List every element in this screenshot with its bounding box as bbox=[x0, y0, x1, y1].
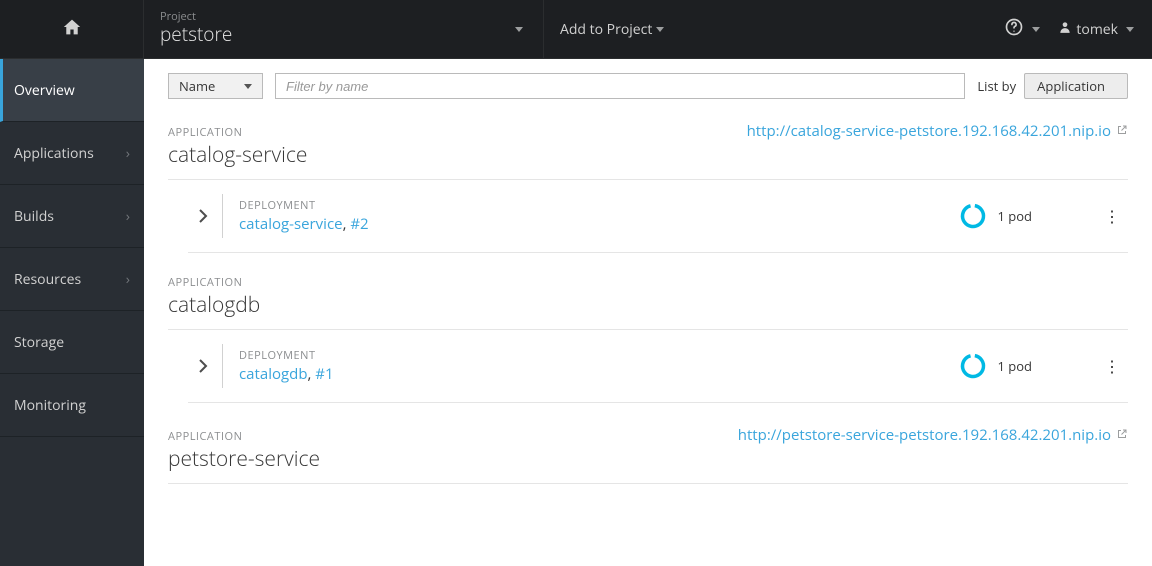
pod-status-ring-icon[interactable] bbox=[959, 352, 987, 380]
sidebar-item-label: Applications bbox=[14, 144, 94, 163]
username: tomek bbox=[1076, 20, 1118, 39]
add-to-project[interactable]: Add to Project bbox=[544, 0, 680, 58]
sidebar-item-resources[interactable]: Resources › bbox=[0, 248, 144, 311]
expand-toggle[interactable] bbox=[198, 359, 208, 375]
pod-count: 1 pod bbox=[997, 357, 1032, 375]
deployment-name-link[interactable]: catalogdb bbox=[239, 364, 308, 384]
sidebar-item-storage[interactable]: Storage bbox=[0, 311, 144, 374]
chevron-right-icon: › bbox=[126, 144, 130, 163]
chevron-right-icon: › bbox=[126, 207, 130, 226]
sidebar-item-label: Storage bbox=[14, 333, 64, 352]
chevron-down-icon bbox=[1032, 27, 1040, 32]
main-content: Name List by Application APPLICATION cat… bbox=[144, 59, 1152, 566]
sidebar-item-label: Monitoring bbox=[14, 396, 86, 415]
deployment-actions-menu[interactable]: ⋮ bbox=[1102, 358, 1122, 374]
sidebar-item-label: Overview bbox=[14, 81, 75, 100]
sidebar: Overview Applications › Builds › Resourc… bbox=[0, 59, 144, 566]
chevron-down-icon bbox=[515, 27, 523, 32]
filter-input[interactable] bbox=[275, 73, 965, 99]
topbar-right: tomek bbox=[1004, 0, 1152, 58]
expand-toggle[interactable] bbox=[198, 209, 208, 225]
topbar: Project petstore Add to Project tomek bbox=[0, 0, 1152, 59]
home-icon bbox=[62, 18, 82, 41]
user-menu[interactable]: tomek bbox=[1058, 20, 1134, 39]
list-by: List by Application bbox=[977, 73, 1128, 99]
deployment-label: DEPLOYMENT bbox=[239, 348, 334, 363]
chevron-down-icon bbox=[244, 84, 252, 89]
divider bbox=[222, 344, 223, 388]
home-button[interactable] bbox=[0, 0, 144, 58]
pod-count: 1 pod bbox=[997, 207, 1032, 225]
deployment-name-link[interactable]: catalog-service bbox=[239, 214, 343, 234]
deployment-row: DEPLOYMENT catalog-service, #2 1 pod ⋮ bbox=[188, 180, 1128, 253]
external-link-icon bbox=[1116, 425, 1128, 445]
application-block: APPLICATION petstore-service http://pets… bbox=[168, 425, 1128, 484]
sidebar-item-builds[interactable]: Builds › bbox=[0, 185, 144, 248]
sidebar-item-monitoring[interactable]: Monitoring bbox=[0, 374, 144, 437]
external-link-icon bbox=[1116, 121, 1128, 141]
chevron-down-icon bbox=[656, 27, 664, 32]
application-route-link[interactable]: http://catalog-service-petstore.192.168.… bbox=[747, 121, 1128, 141]
application-name: petstore-service bbox=[168, 445, 320, 473]
sidebar-item-label: Resources bbox=[14, 270, 81, 289]
divider bbox=[222, 194, 223, 238]
project-name: petstore bbox=[160, 22, 232, 47]
sidebar-item-overview[interactable]: Overview bbox=[0, 59, 144, 122]
application-section-label: APPLICATION bbox=[168, 429, 320, 444]
list-by-label: List by bbox=[977, 77, 1016, 95]
list-by-select[interactable]: Application bbox=[1024, 73, 1128, 99]
add-to-project-label: Add to Project bbox=[560, 20, 652, 39]
help-icon bbox=[1004, 17, 1024, 42]
deployment-row: DEPLOYMENT catalogdb, #1 1 pod ⋮ bbox=[188, 330, 1128, 403]
application-section-label: APPLICATION bbox=[168, 275, 260, 290]
application-route-link[interactable]: http://petstore-service-petstore.192.168… bbox=[738, 425, 1128, 445]
filter-row: Name List by Application bbox=[168, 73, 1128, 99]
chevron-right-icon: › bbox=[126, 270, 130, 289]
deployment-revision-link[interactable]: #1 bbox=[315, 364, 333, 384]
list-by-value: Application bbox=[1037, 77, 1105, 95]
deployment-revision-link[interactable]: #2 bbox=[350, 214, 368, 234]
help-menu[interactable] bbox=[1004, 17, 1040, 42]
route-url: http://petstore-service-petstore.192.168… bbox=[738, 425, 1111, 445]
sidebar-item-applications[interactable]: Applications › bbox=[0, 122, 144, 185]
deployment-label: DEPLOYMENT bbox=[239, 198, 369, 213]
application-name: catalog-service bbox=[168, 141, 307, 169]
application-section-label: APPLICATION bbox=[168, 125, 307, 140]
route-url: http://catalog-service-petstore.192.168.… bbox=[747, 121, 1111, 141]
filter-field-select[interactable]: Name bbox=[168, 73, 263, 99]
chevron-down-icon bbox=[1126, 27, 1134, 32]
divider bbox=[168, 483, 1128, 484]
application-name: catalogdb bbox=[168, 291, 260, 319]
sidebar-item-label: Builds bbox=[14, 207, 54, 226]
application-block: APPLICATION catalogdb DEPLOYMENT catalog… bbox=[168, 275, 1128, 403]
application-block: APPLICATION catalog-service http://catal… bbox=[168, 121, 1128, 253]
deployment-actions-menu[interactable]: ⋮ bbox=[1102, 208, 1122, 224]
project-selector[interactable]: Project petstore bbox=[144, 0, 544, 58]
user-icon bbox=[1058, 20, 1072, 39]
pod-status-ring-icon[interactable] bbox=[959, 202, 987, 230]
filter-field-label: Name bbox=[179, 77, 215, 95]
